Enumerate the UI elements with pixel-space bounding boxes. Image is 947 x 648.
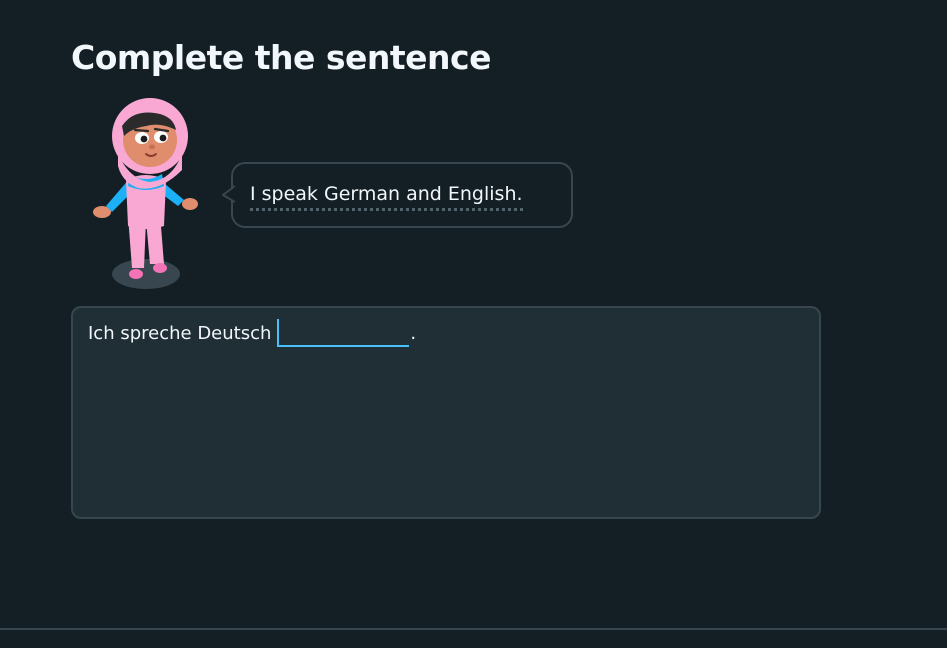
character-illustration: [90, 96, 202, 296]
sentence-prefix: Ich spreche Deutsch: [88, 323, 272, 344]
bubble-tail-icon: [222, 185, 241, 203]
speech-text[interactable]: I speak German and English.: [250, 181, 523, 211]
answer-panel: Ich spreche Deutsch .: [71, 306, 821, 519]
answer-input[interactable]: [277, 319, 410, 347]
page-title: Complete the sentence: [71, 38, 491, 77]
character-figure-icon: [93, 98, 198, 289]
sentence-suffix: .: [410, 323, 417, 344]
footer-divider: [0, 628, 947, 630]
sentence: Ich spreche Deutsch .: [88, 319, 416, 347]
speech-bubble: I speak German and English.: [222, 162, 573, 228]
